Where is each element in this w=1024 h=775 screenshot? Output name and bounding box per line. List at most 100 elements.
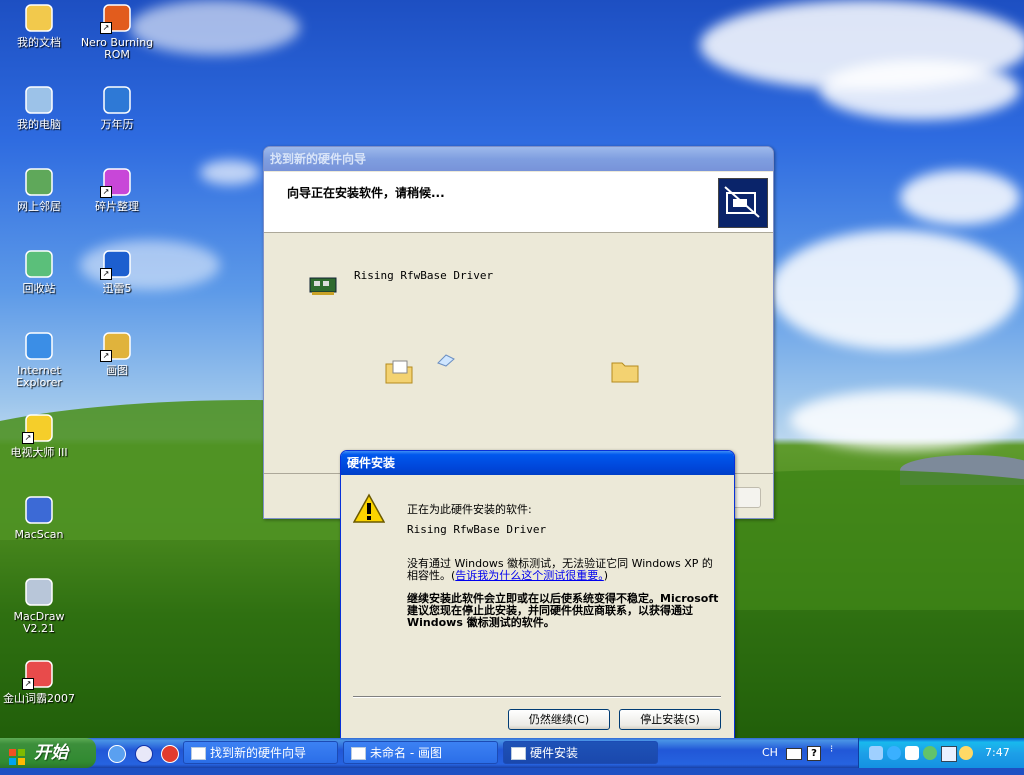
calendar-icon [100, 84, 134, 116]
desktop-icon[interactable]: MacDraw V2.21 [0, 576, 78, 635]
internet-explorer-icon [22, 330, 56, 362]
compatibility-warning: 没有通过 Windows 徽标测试，无法验证它同 Windows XP 的相容性… [407, 558, 719, 582]
options-icon[interactable]: ⁝ [830, 744, 840, 761]
desktop-icon[interactable]: 我的电脑 [0, 84, 78, 131]
desktop-icon-label: MacDraw V2.21 [13, 610, 65, 635]
shortcut-arrow-icon: ↗ [22, 432, 34, 444]
desktop-icon-label: MacScan [14, 528, 64, 541]
desktop-icon-label: 碎片整理 [95, 200, 139, 213]
paint-icon: ↗ [100, 330, 134, 362]
keyboard-icon[interactable] [786, 748, 802, 760]
warning-close-paren: ) [603, 569, 609, 582]
media-quicklaunch-icon[interactable] [161, 745, 179, 763]
stop-installation-button[interactable]: 停止安装(S) [619, 709, 721, 730]
tray-icon-2[interactable] [887, 746, 901, 760]
desktop-icon[interactable]: MacScan [0, 494, 78, 541]
my-computer-icon [22, 84, 56, 116]
windows-logo-icon [9, 745, 25, 765]
taskbar-button-label: 未命名 - 画图 [370, 746, 442, 760]
network-places-icon [22, 166, 56, 198]
macscan-icon [22, 494, 56, 526]
tray-icon-3[interactable] [905, 746, 919, 760]
start-label: 开始 [34, 743, 68, 763]
hardware-wizard-icon [718, 178, 768, 228]
desktop-icon[interactable]: 回收站 [0, 248, 78, 295]
taskbar-button-label: 硬件安装 [530, 746, 579, 760]
desktop-icon-label: Nero Burning ROM [80, 36, 154, 61]
taskbar-button[interactable]: 找到新的硬件向导 [183, 741, 338, 764]
desktop-icon[interactable]: ↗ 金山词霸2007 [0, 658, 78, 705]
wizard-header: 向导正在安装软件，请稍候... [264, 172, 773, 233]
desktop-icon-label: 金山词霸2007 [3, 692, 75, 705]
continue-anyway-button[interactable]: 仍然继续(C) [508, 709, 610, 730]
desktop-quicklaunch-icon[interactable] [134, 745, 153, 763]
device-name: Rising RfwBase Driver [354, 269, 494, 282]
warning-icon [352, 493, 386, 528]
dialog-device-name: Rising RfwBase Driver [407, 523, 547, 536]
shortcut-arrow-icon: ↗ [100, 350, 112, 362]
quick-launch [108, 745, 179, 766]
hardware-installation-dialog[interactable]: 硬件安装 正在为此硬件安装的软件: Rising RfwBase Driver … [340, 450, 735, 742]
start-button[interactable]: 开始 [0, 738, 96, 768]
macdraw-icon [22, 576, 56, 608]
task-window-icon [511, 747, 526, 760]
task-window-icon [191, 747, 206, 760]
desktop-icon-label: 万年历 [100, 118, 134, 131]
wizard-title: 找到新的硬件向导 [270, 152, 367, 166]
desktop-icon-label: 我的文档 [17, 36, 61, 49]
installing-label: 正在为此硬件安装的软件: [407, 503, 532, 516]
tray-icon-4[interactable] [923, 746, 937, 760]
dialog-separator [353, 696, 721, 698]
recycle-bin-icon [22, 248, 56, 280]
my-documents-icon [22, 2, 56, 34]
desktop-icon[interactable]: Internet Explorer [0, 330, 78, 389]
shortcut-arrow-icon: ↗ [100, 186, 112, 198]
kingsoft-powerword-icon: ↗ [22, 658, 56, 690]
network-tray-icon[interactable] [941, 746, 957, 762]
wizard-title-bar[interactable]: 找到新的硬件向导 [264, 147, 773, 171]
desktop-icon-label: 画图 [106, 364, 128, 377]
language-indicator[interactable]: CH [762, 746, 778, 759]
desktop-icon[interactable]: 网上邻居 [0, 166, 78, 213]
desktop-icon[interactable]: ↗ 画图 [78, 330, 156, 377]
taskbar: 开始 找到新的硬件向导 未命名 - 画图 硬件安装 CH ? ⁝ 7:47 [0, 738, 1024, 768]
stability-warning: 继续安装此软件会立即或在以后使系统变得不稳定。Microsoft 建议您现在停止… [407, 592, 719, 629]
taskbar-button[interactable]: 未命名 - 画图 [343, 741, 498, 764]
desktop-icon[interactable]: ↗ 碎片整理 [78, 166, 156, 213]
dialog-title-bar[interactable]: 硬件安装 [341, 451, 734, 475]
taskbar-button[interactable]: 硬件安装 [503, 741, 658, 764]
clock[interactable]: 7:47 [985, 746, 1010, 759]
desktop-icon[interactable]: 万年历 [78, 84, 156, 131]
desktop-icon-label: Internet Explorer [16, 364, 62, 389]
shortcut-arrow-icon: ↗ [100, 22, 112, 34]
shortcut-arrow-icon: ↗ [22, 678, 34, 690]
desktop-icon[interactable]: ↗ 电视大师 III [0, 412, 78, 459]
desktop-icon-label: 迅雷5 [102, 282, 132, 295]
help-icon[interactable]: ? [807, 746, 821, 761]
defrag-icon: ↗ [100, 166, 134, 198]
desktop-icon-label: 我的电脑 [17, 118, 61, 131]
nero-burning-rom-icon: ↗ [100, 2, 134, 34]
taskbar-button-label: 找到新的硬件向导 [210, 746, 307, 760]
desktop-icon[interactable]: ↗ Nero Burning ROM [78, 2, 156, 61]
desktop-icon[interactable]: ↗ 迅雷5 [78, 248, 156, 295]
tv-master-icon: ↗ [22, 412, 56, 444]
desktop-icon-label: 电视大师 III [10, 446, 68, 459]
tray-icon-1[interactable] [869, 746, 883, 760]
source-folder-icon [384, 355, 414, 388]
dialog-title: 硬件安装 [347, 456, 396, 470]
destination-folder-icon [610, 357, 640, 388]
wizard-header-text: 向导正在安装软件，请稍候... [287, 186, 445, 200]
shortcut-arrow-icon: ↗ [100, 268, 112, 280]
ie-quicklaunch-icon[interactable] [108, 745, 126, 763]
volume-tray-icon[interactable] [959, 746, 973, 760]
device-chip-icon [308, 275, 340, 295]
system-tray: 7:47 [858, 738, 1024, 768]
flying-document-icon [436, 353, 456, 370]
thunder-icon: ↗ [100, 248, 134, 280]
task-window-icon [351, 747, 366, 760]
desktop-icon-label: 网上邻居 [17, 200, 61, 213]
desktop-icon-label: 回收站 [22, 282, 56, 295]
desktop-icon[interactable]: 我的文档 [0, 2, 78, 49]
why-testing-important-link[interactable]: 告诉我为什么这个测试很重要。 [455, 569, 604, 582]
